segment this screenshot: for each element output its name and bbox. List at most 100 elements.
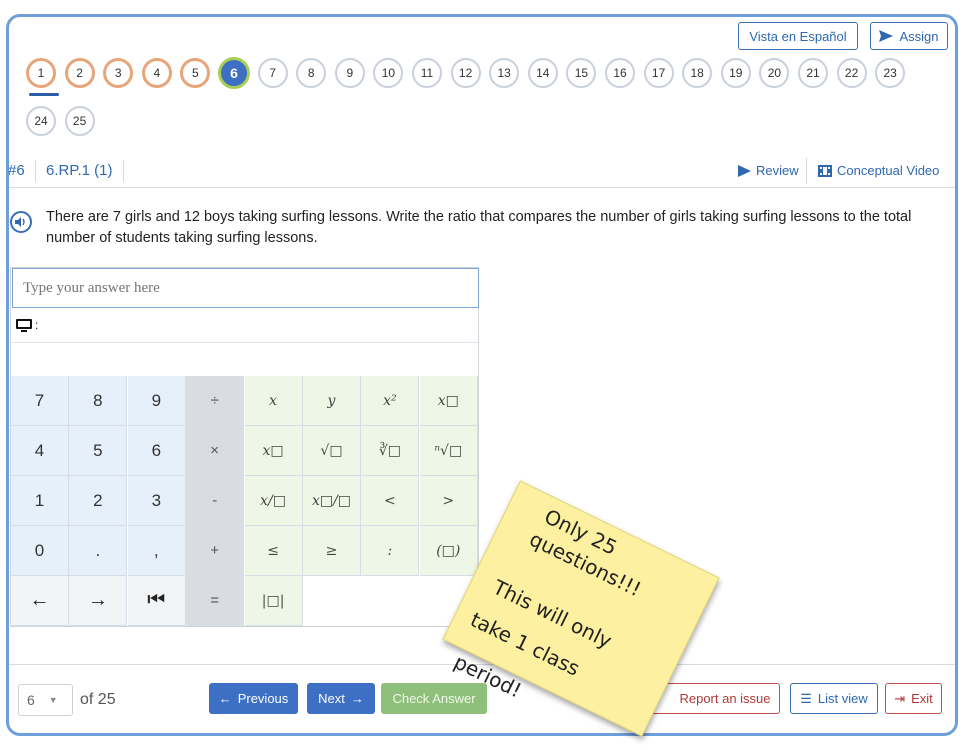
list-view-button[interactable]: ☰ List view (790, 683, 878, 714)
key-minus[interactable]: - (186, 476, 245, 526)
check-answer-button[interactable]: Check Answer (381, 683, 487, 714)
divider (9, 187, 955, 188)
key-divide[interactable]: ÷ (186, 376, 245, 426)
key-mixed-fraction[interactable]: x□/□ (303, 476, 361, 526)
key-decimal-point[interactable]: . (69, 526, 128, 576)
key-parentheses[interactable]: (□) (419, 526, 478, 576)
question-number-3[interactable]: 3 (103, 58, 134, 88)
key-2[interactable]: 2 (69, 476, 128, 526)
key-x[interactable]: x (244, 376, 303, 426)
conceptual-video-label: Conceptual Video (837, 163, 940, 178)
key-cursor-start[interactable]: ⏮ (127, 576, 186, 626)
key-cursor-left[interactable]: ← (11, 576, 69, 626)
question-text: There are 7 girls and 12 boys taking sur… (46, 209, 912, 246)
exit-button[interactable]: ⇥ Exit (885, 683, 942, 714)
preview-label: : (35, 318, 39, 332)
question-number-22[interactable]: 22 (836, 58, 867, 88)
exit-label: Exit (911, 691, 933, 706)
key-x-subscript[interactable]: x□ (244, 426, 303, 476)
key-plus[interactable]: + (186, 526, 245, 576)
question-number-9[interactable]: 9 (334, 58, 365, 88)
key-greater-than[interactable]: > (419, 476, 478, 526)
list-view-label: List view (817, 691, 868, 706)
question-number-25[interactable]: 25 (64, 106, 95, 136)
key-8[interactable]: 8 (69, 376, 128, 426)
key-3[interactable]: 3 (127, 476, 186, 526)
film-icon (818, 164, 832, 177)
key-absolute-value[interactable]: |□| (244, 576, 303, 626)
question-number-1[interactable]: 1 (26, 58, 56, 88)
key-9[interactable]: 9 (127, 376, 186, 426)
next-label: Next (318, 691, 345, 706)
next-button[interactable]: Next → (307, 683, 375, 714)
question-number-4[interactable]: 4 (141, 58, 172, 88)
arrow-left-icon: ← (218, 691, 232, 706)
divider (122, 160, 124, 182)
conceptual-video-button[interactable]: Conceptual Video (818, 163, 939, 178)
question-number-7[interactable]: 7 (257, 58, 288, 88)
review-button[interactable]: Review (738, 163, 799, 178)
key-colon[interactable]: : (361, 526, 420, 576)
key-0[interactable]: 0 (11, 526, 69, 576)
key-equals[interactable]: = (186, 576, 245, 626)
key-greater-equal[interactable]: ≥ (303, 526, 361, 576)
review-label: Review (756, 163, 799, 178)
question-number-16[interactable]: 16 (605, 58, 635, 88)
key-less-equal[interactable]: ≤ (244, 526, 303, 576)
question-number-17[interactable]: 17 (643, 58, 674, 88)
key-square-root[interactable]: √□ (303, 426, 361, 476)
key-5[interactable]: 5 (69, 426, 128, 476)
previous-label: Previous (237, 691, 289, 706)
question-number-14[interactable]: 14 (527, 58, 558, 88)
question-number-2[interactable]: 2 (64, 58, 95, 88)
spanish-view-label: Vista en Español (749, 28, 847, 44)
standard-link[interactable]: 6.RP.1 (1) (46, 162, 112, 179)
question-number-12[interactable]: 12 (450, 58, 481, 88)
question-number-13[interactable]: 13 (489, 58, 520, 88)
key-6[interactable]: 6 (127, 426, 186, 476)
key-cursor-right[interactable]: → (69, 576, 128, 626)
key-cube-root[interactable]: ∛□ (361, 426, 420, 476)
key-less-than[interactable]: < (361, 476, 420, 526)
key-fraction[interactable]: x/□ (244, 476, 303, 526)
question-number-19[interactable]: 19 (720, 58, 751, 88)
key-y[interactable]: y (303, 376, 361, 426)
key-x-squared[interactable]: x² (361, 376, 420, 426)
question-number-24[interactable]: 24 (26, 106, 56, 136)
key-nth-root[interactable]: ⁿ√□ (419, 426, 478, 476)
key-comma[interactable]: , (127, 526, 186, 576)
current-underline (29, 93, 59, 96)
spanish-view-button[interactable]: Vista en Español (738, 22, 858, 50)
question-number-6[interactable]: 6 (218, 57, 250, 89)
question-select[interactable]: 6 ▼ (18, 684, 73, 716)
arrow-right-icon: → (350, 691, 364, 706)
answer-input[interactable] (12, 268, 479, 308)
flag-icon (738, 164, 751, 177)
report-issue-label: Report an issue (679, 691, 771, 706)
question-number-18[interactable]: 18 (682, 58, 713, 88)
key-4[interactable]: 4 (11, 426, 69, 476)
divider (806, 158, 807, 184)
question-number-8[interactable]: 8 (296, 58, 327, 88)
question-number-11[interactable]: 11 (412, 58, 442, 88)
divider (34, 160, 36, 182)
question-number-23[interactable]: 23 (875, 58, 906, 88)
answer-preview: : (16, 318, 38, 332)
previous-button[interactable]: ← Previous (209, 683, 298, 714)
question-select-value: 6 (27, 692, 35, 708)
report-issue-button[interactable]: Report an issue (650, 683, 780, 714)
monitor-icon (16, 318, 32, 332)
list-icon: ☰ (800, 690, 812, 706)
chevron-down-icon: ▼ (48, 695, 58, 705)
of-total: of 25 (80, 691, 116, 708)
question-header: #6 6.RP.1 (1) (8, 160, 130, 182)
key-x-power[interactable]: x□ (419, 376, 478, 426)
key-times[interactable]: × (186, 426, 245, 476)
assign-button[interactable]: Assign (870, 22, 948, 50)
exit-icon: ⇥ (894, 690, 906, 706)
speaker-icon[interactable] (10, 211, 32, 233)
key-1[interactable]: 1 (11, 476, 69, 526)
key-7[interactable]: 7 (11, 376, 69, 426)
assign-label: Assign (899, 28, 939, 44)
question-number-21[interactable]: 21 (798, 58, 828, 88)
